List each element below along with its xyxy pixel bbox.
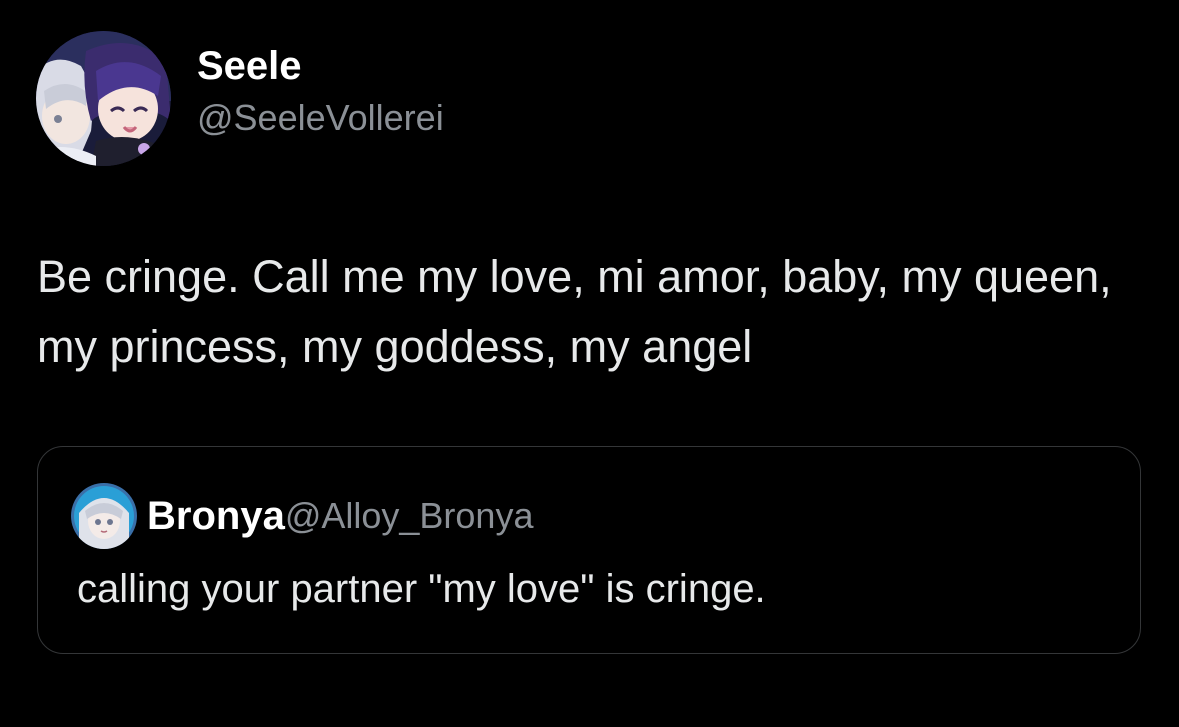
quoted-author-display-name[interactable]: Bronya xyxy=(147,492,285,540)
quoted-post-card[interactable]: Bronya @Alloy_Bronya calling your partne… xyxy=(37,446,1141,654)
author-handle[interactable]: @SeeleVollerei xyxy=(197,96,444,140)
quoted-author-avatar[interactable] xyxy=(71,483,137,549)
avatar-illustration xyxy=(36,30,171,166)
author-avatar[interactable] xyxy=(36,30,171,166)
post-header: Seele @SeeleVollerei xyxy=(36,30,444,166)
post-text: Be cringe. Call me my love, mi amor, bab… xyxy=(37,251,1112,372)
author-display-name[interactable]: Seele xyxy=(197,42,444,90)
author-identity: Seele @SeeleVollerei xyxy=(197,42,444,140)
quoted-post-header: Bronya @Alloy_Bronya xyxy=(71,483,533,549)
quoted-avatar-illustration xyxy=(71,483,137,549)
quoted-author-handle[interactable]: @Alloy_Bronya xyxy=(285,492,534,540)
quoted-post-text: calling your partner "my love" is cringe… xyxy=(77,567,766,611)
